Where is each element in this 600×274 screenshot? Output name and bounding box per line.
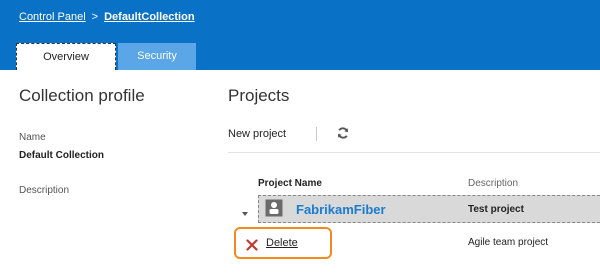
project-description: Test project [468, 204, 524, 215]
collection-profile-panel: Collection profile Name Default Collecti… [0, 70, 210, 274]
new-project-button[interactable]: New project [228, 128, 286, 140]
column-header-project-name[interactable]: Project Name [258, 178, 322, 189]
delete-label: Delete [266, 237, 298, 249]
delete-x-icon [246, 238, 258, 251]
description-label: Description [19, 185, 70, 196]
team-project-icon [265, 199, 283, 217]
refresh-icon[interactable] [336, 126, 350, 140]
toolbar-divider [316, 127, 317, 141]
collection-profile-title: Collection profile [19, 86, 145, 105]
projects-panel: Projects New project Project Name Descri… [210, 70, 600, 274]
name-value: Default Collection [19, 150, 105, 161]
delete-menu-item[interactable]: Delete [234, 227, 332, 259]
collapse-triangle-icon[interactable] [241, 205, 249, 216]
breadcrumb-control-panel-link[interactable]: Control Panel [19, 11, 86, 23]
breadcrumb-current-collection-link[interactable]: DefaultCollection [104, 11, 194, 23]
breadcrumb-separator: > [91, 11, 99, 23]
column-header-description[interactable]: Description [468, 178, 518, 189]
breadcrumb: Control Panel > DefaultCollection [19, 11, 195, 23]
tab-security[interactable]: Security [118, 43, 196, 70]
projects-title: Projects [228, 86, 290, 105]
name-label: Name [19, 132, 46, 143]
row-description: Agile team project [468, 237, 549, 248]
project-name-link[interactable]: FabrikamFiber [296, 202, 386, 217]
tab-overview[interactable]: Overview [16, 43, 116, 70]
toolbar-separator-line [228, 152, 600, 153]
header-bar: Control Panel > DefaultCollection Overview… [0, 0, 600, 70]
